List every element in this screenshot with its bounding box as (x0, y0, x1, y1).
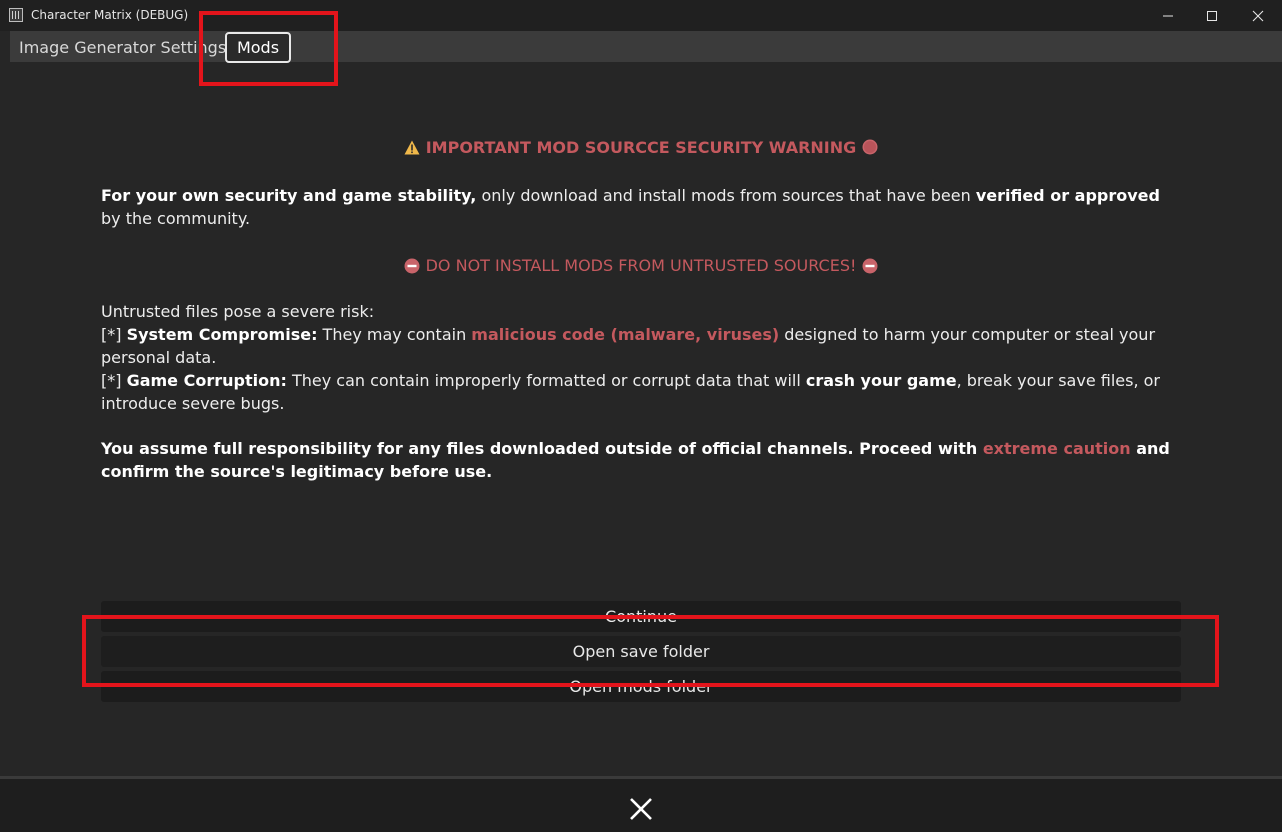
risk2-bold-2: crash your game (805, 371, 957, 390)
close-icon (1252, 10, 1264, 21)
risk-list: Untrusted files pose a severe risk: [*] … (101, 300, 1181, 415)
window-title: Character Matrix (DEBUG) (31, 8, 189, 22)
warning-title-text: IMPORTANT MOD SOURCCE SECURITY WARNING (425, 138, 857, 157)
final-accent: extreme caution (982, 439, 1131, 458)
risk1-text-1: They may contain (317, 325, 472, 344)
maximize-button[interactable] (1189, 0, 1235, 31)
open-save-folder-button[interactable]: Open save folder (101, 636, 1181, 667)
final-text-1: You assume full responsibility for any f… (101, 439, 983, 458)
risk1-bold: System Compromise: (126, 325, 318, 344)
open-mods-folder-button[interactable]: Open mods folder (101, 671, 1181, 702)
security-bold: For your own security and game stability… (101, 186, 477, 205)
security-paragraph: For your own security and game stability… (101, 184, 1181, 230)
close-panel-button[interactable] (628, 796, 654, 822)
security-text-1: only download and install mods from sour… (476, 186, 976, 205)
risk1-prefix: [*] (101, 325, 127, 344)
warning-triangle-icon (404, 138, 420, 161)
security-text-2: by the community. (101, 209, 251, 228)
tab-mods[interactable]: Mods (225, 32, 291, 63)
no-entry-icon (862, 257, 878, 280)
risk-item-game-corruption: [*] Game Corruption: They can contain im… (101, 369, 1181, 415)
minimize-icon (1163, 15, 1173, 16)
mods-warning-panel: IMPORTANT MOD SOURCCE SECURITY WARNING F… (101, 130, 1181, 481)
app-window: Character Matrix (DEBUG) Image Generator… (0, 0, 1282, 832)
security-bold-2: verified or approved (975, 186, 1160, 205)
risk2-bold: Game Corruption: (126, 371, 287, 390)
risk2-prefix: [*] (101, 371, 127, 390)
untrusted-sources-subtitle: DO NOT INSTALL MODS FROM UNTRUSTED SOURC… (101, 254, 1181, 280)
tab-image-generator-settings[interactable]: Image Generator Settings (19, 38, 226, 57)
stop-circle-icon (862, 138, 878, 161)
bottom-bar (0, 776, 1282, 832)
close-window-button[interactable] (1235, 0, 1281, 31)
app-icon (9, 8, 23, 22)
title-bar: Character Matrix (DEBUG) (0, 0, 1282, 31)
risk-intro: Untrusted files pose a severe risk: (101, 302, 375, 321)
warning-title: IMPORTANT MOD SOURCCE SECURITY WARNING (101, 136, 1181, 161)
tab-bar: Image Generator Settings Mods (10, 31, 1282, 63)
responsibility-paragraph: You assume full responsibility for any f… (101, 437, 1181, 483)
minimize-button[interactable] (1145, 0, 1191, 31)
risk-item-system-compromise: [*] System Compromise: They may contain … (101, 323, 1181, 369)
continue-button[interactable]: Continue (101, 601, 1181, 632)
risk1-accent: malicious code (malware, viruses) (471, 325, 780, 344)
risk2-text-1: They can contain improperly formatted or… (286, 371, 806, 390)
close-x-icon (630, 798, 652, 820)
no-entry-icon (404, 257, 420, 280)
subtitle-text: DO NOT INSTALL MODS FROM UNTRUSTED SOURC… (425, 256, 857, 275)
maximize-icon (1207, 10, 1217, 21)
